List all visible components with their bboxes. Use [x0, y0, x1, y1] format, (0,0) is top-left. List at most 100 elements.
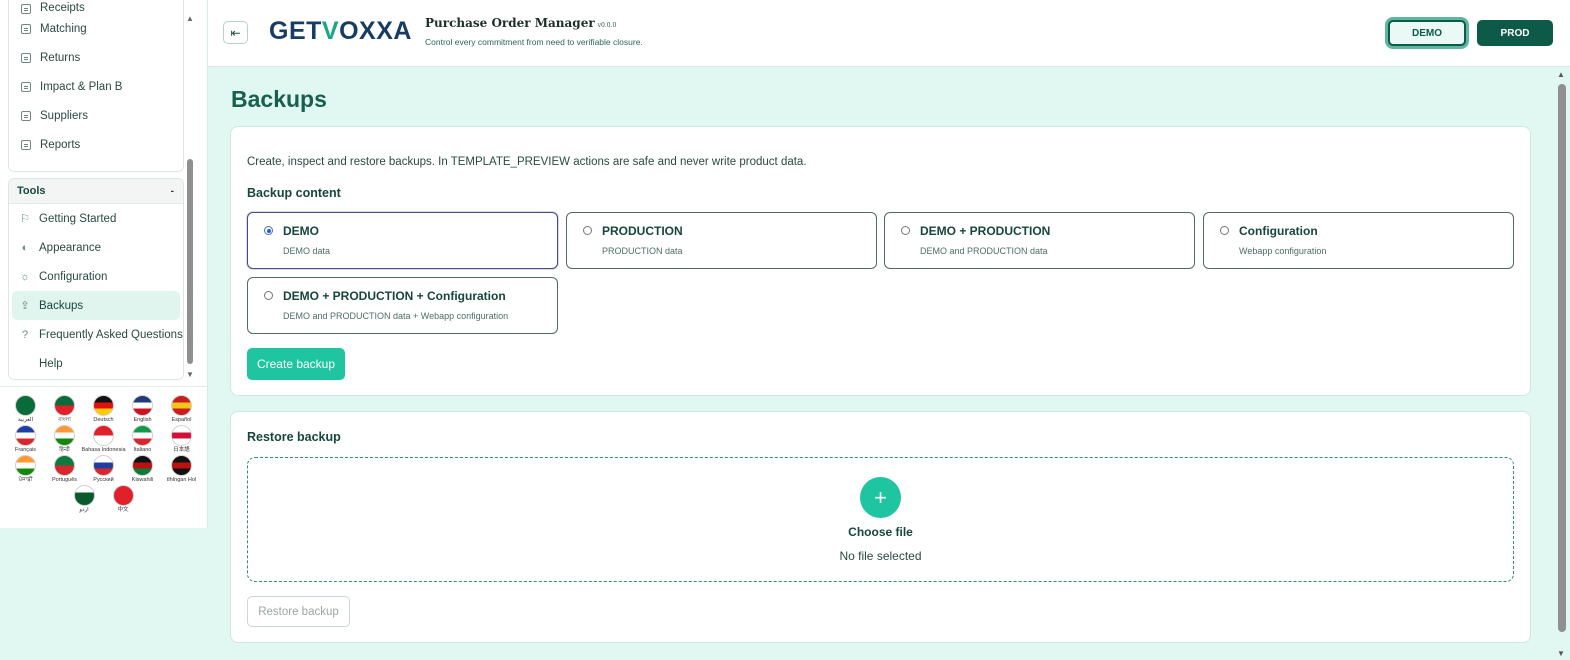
- tools-header[interactable]: Tools -: [9, 179, 183, 204]
- scroll-up-arrow-icon[interactable]: ▲: [186, 14, 194, 24]
- sidebar-item-faq[interactable]: ? Frequently Asked Questions: [9, 320, 183, 349]
- sidebar-item-backups[interactable]: ⇪ Backups: [12, 291, 180, 320]
- sidebar-nav: Receipts Matching Returns Impact & Plan …: [8, 0, 184, 172]
- flag-icon: [171, 425, 192, 446]
- flag-icon: [171, 455, 192, 476]
- sidebar-item-returns[interactable]: Returns: [9, 43, 183, 72]
- language-flag[interactable]: Русский: [91, 455, 117, 483]
- radio-button[interactable]: [1220, 226, 1229, 235]
- language-label: Italiano: [133, 447, 152, 453]
- language-flag[interactable]: Deutsch: [91, 395, 117, 423]
- restore-title: Restore backup: [247, 430, 341, 444]
- language-label: Deutsch: [93, 417, 114, 423]
- scrollbar-thumb[interactable]: [187, 159, 193, 364]
- language-label: Русский: [93, 477, 114, 483]
- backup-option-demo-production[interactable]: DEMO + PRODUCTION DEMO and PRODUCTION da…: [884, 212, 1195, 269]
- sidebar-item-configuration[interactable]: ☼ Configuration: [9, 262, 183, 291]
- restore-backup-button[interactable]: Restore backup: [247, 596, 350, 627]
- flag-icon: [73, 485, 95, 506]
- flag-icon: [171, 395, 192, 416]
- radio-button[interactable]: [264, 226, 273, 235]
- restore-card: Restore backup + Choose file No file sel…: [230, 411, 1531, 643]
- language-flag[interactable]: Kiswahili: [130, 455, 156, 483]
- flag-icon: [93, 455, 114, 476]
- backup-content-title: Backup content: [247, 186, 341, 200]
- language-flag[interactable]: اردو: [71, 485, 97, 513]
- scroll-up-arrow-icon[interactable]: ▲: [1554, 70, 1568, 79]
- app-version: v0.0.0: [597, 22, 617, 29]
- language-label: 日本語: [173, 447, 190, 453]
- app-subtitle: Control every commitment from need to ve…: [425, 37, 643, 47]
- flag-icon: ⚐: [20, 213, 30, 225]
- radio-button[interactable]: [264, 291, 273, 300]
- doc-icon: [21, 81, 31, 92]
- radio-button[interactable]: [583, 226, 592, 235]
- tools-section: Tools - ⚐ Getting Started ◐ Appearance ☼ Co…: [8, 178, 184, 380]
- upload-icon: ⇪: [20, 300, 30, 312]
- env-demo-button[interactable]: DEMO: [1388, 20, 1466, 46]
- language-label: বাংলা: [58, 417, 71, 423]
- scroll-down-arrow-icon[interactable]: ▼: [1554, 649, 1568, 658]
- language-flag[interactable]: हिन्दी: [52, 425, 78, 453]
- language-label: Bahasa Indonesia: [81, 447, 126, 453]
- env-prod-button[interactable]: PROD: [1477, 20, 1553, 46]
- language-flag[interactable]: Français: [13, 425, 39, 453]
- backup-card: Create, inspect and restore backups. In …: [230, 126, 1531, 396]
- app-header: ⇤ GETVOXXA Purchase Order Manager v0.0.0 …: [208, 0, 1570, 67]
- language-picker: العربية বাংলা Deutsch English Español Françai…: [0, 386, 207, 515]
- sidebar-item-receipts[interactable]: Receipts: [9, 0, 183, 14]
- language-label: Español: [171, 417, 192, 423]
- sidebar-item-impact[interactable]: Impact & Plan B: [9, 72, 183, 101]
- doc-icon: [21, 23, 31, 34]
- flag-icon: [54, 395, 75, 416]
- flag-icon: [112, 485, 134, 506]
- sidebar-item-help[interactable]: Help: [9, 349, 183, 378]
- language-flag[interactable]: 日本語: [169, 425, 195, 453]
- language-flag[interactable]: Português: [52, 455, 78, 483]
- language-flag[interactable]: tlhIngan Hol: [167, 455, 196, 483]
- language-flag[interactable]: Bahasa Indonesia: [81, 425, 126, 453]
- language-label: 中文: [117, 507, 129, 513]
- flag-icon: [132, 455, 153, 476]
- language-flag[interactable]: العربية: [13, 395, 39, 423]
- file-dropzone[interactable]: + Choose file No file selected: [247, 457, 1514, 582]
- language-flag[interactable]: 中文: [110, 485, 136, 513]
- language-flag[interactable]: English: [130, 395, 156, 423]
- sidebar-item-matching[interactable]: Matching: [9, 14, 183, 43]
- create-backup-button[interactable]: Create backup: [247, 348, 345, 380]
- main-scrollbar[interactable]: ▲ ▼: [1554, 68, 1568, 660]
- language-flag[interactable]: বাংলা: [52, 395, 78, 423]
- flag-icon: [15, 425, 36, 446]
- doc-icon: [21, 110, 31, 121]
- radio-button[interactable]: [901, 226, 910, 235]
- backup-option-demo[interactable]: DEMO DEMO data: [247, 212, 558, 269]
- choose-file-label[interactable]: Choose file: [248, 525, 1513, 539]
- help-icon: ?: [21, 328, 29, 341]
- sidebar-item-getting-started[interactable]: ⚐ Getting Started: [9, 204, 183, 233]
- language-flag[interactable]: Español: [169, 395, 195, 423]
- sidebar-item-reports[interactable]: Reports: [9, 130, 183, 159]
- scroll-down-arrow-icon[interactable]: ▼: [186, 370, 194, 380]
- backup-option-production[interactable]: PRODUCTION PRODUCTION data: [566, 212, 877, 269]
- language-label: العربية: [17, 417, 34, 423]
- flag-icon: [132, 395, 153, 416]
- backup-option-configuration[interactable]: Configuration Webapp configuration: [1203, 212, 1514, 269]
- flag-icon: [15, 455, 36, 476]
- flag-icon: [93, 395, 114, 416]
- doc-icon: [21, 52, 31, 63]
- collapse-sidebar-button[interactable]: ⇤: [223, 21, 248, 44]
- scrollbar-thumb[interactable]: [1558, 84, 1566, 632]
- sidebar-item-appearance[interactable]: ◐ Appearance: [9, 233, 183, 262]
- backup-option-all[interactable]: DEMO + PRODUCTION + Configuration DEMO a…: [247, 277, 558, 334]
- doc-icon: [21, 139, 31, 150]
- add-file-plus-icon[interactable]: +: [860, 477, 901, 518]
- palette-icon: ◐: [21, 241, 29, 254]
- flag-icon: [93, 425, 114, 446]
- flag-icon: [15, 395, 36, 416]
- sidebar-scrollbar[interactable]: ▲ ▼: [186, 14, 194, 380]
- language-flag[interactable]: Italiano: [130, 425, 156, 453]
- language-label: ਪੰਜਾਬੀ: [18, 477, 33, 483]
- sidebar-item-suppliers[interactable]: Suppliers: [9, 101, 183, 130]
- language-flag[interactable]: ਪੰਜਾਬੀ: [13, 455, 39, 483]
- page-title: Backups: [231, 86, 327, 112]
